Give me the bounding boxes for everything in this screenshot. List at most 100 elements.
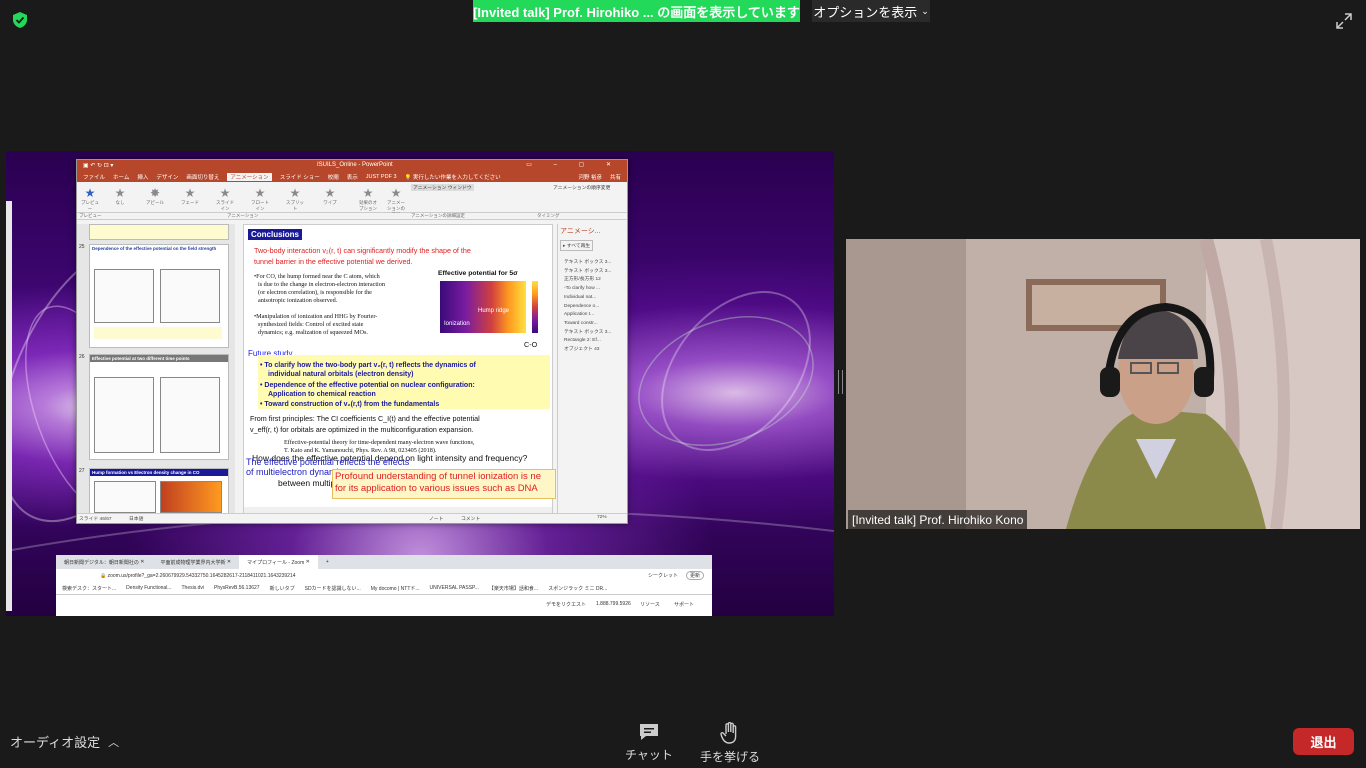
bookmark[interactable]: 新しいタブ xyxy=(270,585,295,592)
effect-options-button[interactable]: ★ 効果のオプション xyxy=(357,186,379,212)
anim-item[interactable]: Application t... xyxy=(558,311,624,320)
demo-link[interactable]: デモをリクエスト xyxy=(546,601,586,608)
ribbon-group-labels: プレビュー アニメーション アニメーションの詳細設定 タイミング xyxy=(77,213,627,220)
overlay-between: between multip xyxy=(278,478,336,488)
audio-settings-button[interactable]: オーディオ設定 ︿ xyxy=(10,732,119,751)
ionization-label: Ionization xyxy=(444,321,470,327)
thumb-num-25: 25 xyxy=(79,244,85,250)
tab-view[interactable]: 表示 xyxy=(347,173,358,181)
play-all-button[interactable]: ▸ すべて再生 xyxy=(560,240,594,251)
manip-text-1: •Manipulation of ionization and HHG by F… xyxy=(254,313,378,320)
effect-appear[interactable]: ✸ アピール xyxy=(144,186,166,206)
effect-wipe[interactable]: ★ ワイプ xyxy=(319,186,341,206)
anim-item[interactable]: -To clarify how ... xyxy=(558,285,624,294)
browser-tab-active[interactable]: マイプロフィール - Zoom ✕ xyxy=(239,555,318,569)
participant-name: [Invited talk] Prof. Hirohiko Kono xyxy=(852,512,1024,527)
quick-access-icons[interactable]: ▣ ↶ ↻ ⊡ ▾ xyxy=(83,162,113,169)
fullscreen-icon[interactable] xyxy=(1335,12,1353,30)
effect-split[interactable]: ★ スプリット xyxy=(284,186,306,212)
effect-split-label: スプリット xyxy=(286,200,304,211)
slide-heading: Conclusions xyxy=(248,229,303,240)
share-banner-text: [Invited talk] Prof. Hirohiko ... の画面を表示… xyxy=(473,4,800,20)
co-text-4: anisotropic ionization observed. xyxy=(258,297,338,304)
reference-1: Effective-potential theory for time-depe… xyxy=(284,439,475,446)
bookmark[interactable]: My docomo | NTTド... xyxy=(371,585,420,592)
tab-design[interactable]: デザイン xyxy=(156,173,178,181)
browser-tab[interactable]: 朝日新聞デジタル：朝日新聞社の ✕ xyxy=(56,555,153,569)
group-animation-label: アニメーション xyxy=(227,213,259,218)
thumb-plot xyxy=(160,377,220,453)
update-button[interactable]: 更新 xyxy=(685,571,704,580)
tab-transitions[interactable]: 画面切り替え xyxy=(186,173,219,181)
bookmark[interactable]: 【楽天市場】話和食... xyxy=(489,585,538,592)
slide-thumbnail-27[interactable]: Hump formation vs Electron density chang… xyxy=(89,468,229,516)
notes-button[interactable]: ノート xyxy=(429,515,443,522)
bookmark[interactable]: PhysRevB.56.13627 xyxy=(214,585,260,591)
effect-flyin-label: スライドイン xyxy=(216,200,234,211)
slide-thumbnail-26[interactable]: Effective potential at two different tim… xyxy=(89,354,229,460)
tab-review[interactable]: 校閲 xyxy=(328,173,339,181)
thumb-title-25: Dependence of the effective potential on… xyxy=(92,246,217,251)
chrome-window[interactable]: 朝日新聞デジタル：朝日新聞社の ✕ 平面前成物理学業界内大学新 ✕ マイプロフィ… xyxy=(56,555,712,616)
bookmark[interactable]: SDカードを認識しない... xyxy=(305,585,361,592)
audio-settings-label: オーディオ設定 xyxy=(10,735,101,750)
co-text-2: is due to the change in electron-electro… xyxy=(258,281,385,288)
leave-meeting-button[interactable]: 退出 xyxy=(1293,728,1354,755)
bookmark[interactable]: スポンジラック ミニ DR... xyxy=(548,585,607,592)
tell-me-search[interactable]: 💡 実行したい作業を入力してください xyxy=(405,173,501,181)
thumbnail-partial[interactable] xyxy=(89,224,229,240)
animation-window-button[interactable]: アニメーション ウィンドウ xyxy=(411,184,474,191)
thumb-plot xyxy=(94,269,154,323)
anim-item[interactable]: Dependence o... xyxy=(558,303,624,312)
encryption-shield-icon[interactable] xyxy=(11,11,29,29)
shared-screen[interactable]: ▣ ↶ ↻ ⊡ ▾ ISUILS_Online - PowerPoint ▭ –… xyxy=(6,151,834,616)
thumb-plot xyxy=(160,269,220,323)
view-options-button[interactable]: オプションを表示 ⌄ xyxy=(812,0,930,22)
effect-floatin[interactable]: ★ フロートイン xyxy=(249,186,271,212)
effect-flyin[interactable]: ★ スライドイン xyxy=(214,186,236,212)
tab-animations[interactable]: アニメーション xyxy=(227,173,272,181)
window-controls[interactable]: ▭ – ▢ ✕ xyxy=(526,161,621,168)
anim-item[interactable]: Toward constr... xyxy=(558,320,624,329)
anim-item[interactable]: Individual nat... xyxy=(558,294,624,303)
chat-label: チャット xyxy=(625,748,673,762)
anim-item[interactable]: 正方形/長方形 12 xyxy=(558,276,624,285)
resources-link[interactable]: リソース xyxy=(640,601,660,608)
new-tab-button[interactable]: + xyxy=(318,555,337,569)
anim-item[interactable]: テキスト ボックス 3... xyxy=(558,259,624,268)
animation-pane[interactable]: アニメーシ... ▸ すべて再生 テキスト ボックス 3... テキスト ボック… xyxy=(557,224,624,514)
anim-item[interactable]: Rectangle 2: Ef... xyxy=(558,337,624,346)
address-bar[interactable]: 🔒 zoom.us/profile?_ga=2.260679929.543327… xyxy=(56,569,712,582)
chevron-down-icon: ⌄ xyxy=(921,5,929,16)
chat-button[interactable]: チャット xyxy=(625,722,673,763)
bookmark[interactable]: Thesis.dvi xyxy=(181,585,204,591)
browser-tab[interactable]: 平面前成物理学業界内大学新 ✕ xyxy=(153,555,240,569)
slide-thumbnail-25[interactable]: Dependence of the effective potential on… xyxy=(89,244,229,348)
effect-fade[interactable]: ★ フェード xyxy=(179,186,201,206)
tab-home[interactable]: ホーム xyxy=(113,173,129,181)
manip-text-2: synthesized fields: Control of excited s… xyxy=(258,321,364,328)
slide-thumbnails-pane[interactable]: 25 Dependence of the effective potential… xyxy=(77,224,235,516)
left-scrollbar[interactable] xyxy=(6,201,12,611)
thumb-num-26: 26 xyxy=(79,354,85,360)
raise-hand-button[interactable]: 手を挙げる xyxy=(700,722,760,765)
anim-item[interactable]: テキスト ボックス 3... xyxy=(558,329,624,338)
comments-button[interactable]: コメント xyxy=(461,515,480,522)
participant-video[interactable] xyxy=(846,239,1360,529)
tab-justpdf[interactable]: JUST PDF 3 xyxy=(366,174,397,180)
effect-none[interactable]: ★ なし xyxy=(109,186,131,206)
tab-slideshow[interactable]: スライド ショー xyxy=(280,173,320,181)
anim-item[interactable]: オブジェクト 43 xyxy=(558,346,624,355)
preview-button[interactable]: ★ プレビュー xyxy=(79,186,101,212)
bookmark[interactable]: UNIVERSAL PASSP... xyxy=(430,585,479,591)
tab-insert[interactable]: 挿入 xyxy=(137,173,148,181)
reorder-label: アニメーションの順序変更 xyxy=(553,186,611,191)
anim-item[interactable]: テキスト ボックス 3... xyxy=(558,268,624,277)
effect-floatin-label: フロートイン xyxy=(251,200,269,211)
support-link[interactable]: サポート xyxy=(674,601,694,608)
bookmark[interactable]: 検索デスク：スタート... xyxy=(62,585,116,592)
tab-file[interactable]: ファイル xyxy=(83,173,105,181)
bookmark[interactable]: Density Functional... xyxy=(126,585,171,591)
split-view-handle[interactable] xyxy=(838,370,843,394)
share-button[interactable]: 共有 xyxy=(610,173,621,181)
